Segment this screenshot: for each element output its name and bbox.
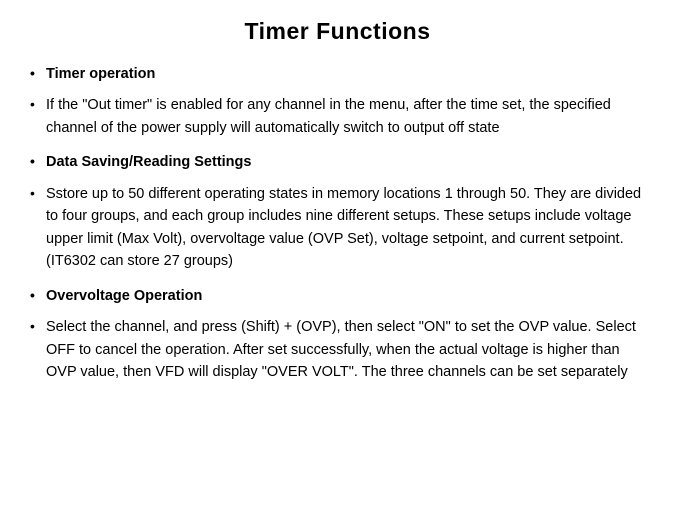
section-body: If the "Out timer" is enabled for any ch…	[28, 94, 647, 139]
section-heading: Data Saving/Reading Settings	[28, 151, 647, 173]
section-body: Select the channel, and press (Shift) + …	[28, 316, 647, 383]
section-body: Sstore up to 50 different operating stat…	[28, 183, 647, 273]
content-list: Timer operation If the "Out timer" is en…	[28, 63, 647, 384]
section-heading: Timer operation	[28, 63, 647, 85]
page-title: Timer Functions	[28, 18, 647, 45]
section-heading: Overvoltage Operation	[28, 285, 647, 307]
